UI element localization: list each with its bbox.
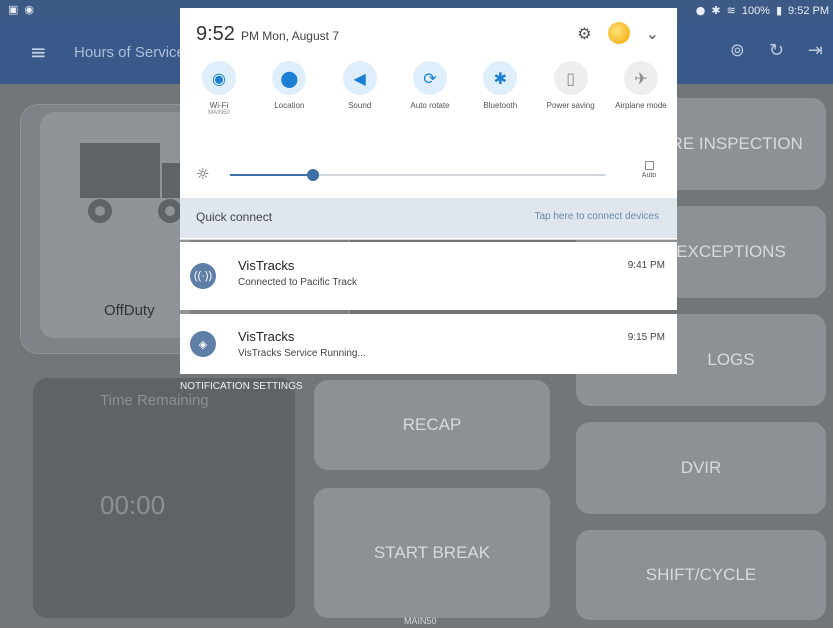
- notification-message: Connected to Pacific Track: [238, 277, 357, 288]
- auto-brightness-toggle[interactable]: Auto: [640, 161, 658, 179]
- notification-card[interactable]: ◈ VisTracks VisTracks Service Running...…: [180, 314, 677, 374]
- notification-message: VisTracks Service Running...: [238, 348, 366, 359]
- notification-time: 9:41 PM: [627, 260, 665, 271]
- wifi-icon: ◉: [24, 3, 35, 16]
- app-title: Hours of Service: [74, 44, 185, 61]
- notification-app-name: VisTracks: [238, 258, 295, 273]
- toggle-wifi[interactable]: ◉ Wi-Fi MAIN50: [188, 61, 250, 116]
- notification-card[interactable]: ((·)) VisTracks Connected to Pacific Tra…: [180, 242, 677, 310]
- shade-clock: 9:52: [196, 23, 235, 45]
- brightness-thumb[interactable]: [306, 169, 319, 181]
- settings-gear-icon[interactable]: ⚙: [577, 24, 591, 43]
- toggle-bluetooth-label: Bluetooth: [483, 101, 518, 110]
- quick-connect-hint: Tap here to connect devices: [534, 211, 659, 222]
- toggle-bluetooth[interactable]: ✱ Bluetooth: [469, 61, 531, 116]
- user-avatar-icon[interactable]: [607, 22, 630, 44]
- shade-top-actions: ⚙ ⌄: [577, 22, 659, 44]
- quick-connect-bar[interactable]: Quick connect Tap here to connect device…: [180, 198, 677, 238]
- vistracks-app-icon: ((·)): [190, 263, 216, 289]
- notification-shade: 9:52 PM Mon, August 7 ⚙ ⌄ ◉ Wi-Fi MAIN50…: [180, 8, 677, 240]
- chevron-down-icon[interactable]: ⌄: [646, 24, 659, 43]
- toggle-sound-label: Sound: [348, 101, 372, 110]
- toggle-wifi-network: MAIN50: [208, 110, 230, 117]
- notification-app-name: VisTracks: [238, 329, 295, 344]
- bluetooth-icon: ✱: [711, 4, 721, 17]
- toggle-location[interactable]: ⬤ Location: [258, 61, 320, 116]
- logout-icon[interactable]: ⇥: [808, 40, 823, 61]
- toggle-power-saving[interactable]: ▯ Power saving: [540, 61, 602, 116]
- time-remaining-value: 00:00: [100, 490, 166, 520]
- start-break-button[interactable]: START BREAK: [314, 488, 550, 618]
- shade-date: PM Mon, August 7: [240, 29, 339, 43]
- brightness-icon: ☼: [196, 165, 210, 183]
- toggle-location-label: Location: [274, 101, 305, 110]
- toggle-airplane-label: Airplane mode: [615, 101, 667, 110]
- recap-label: RECAP: [402, 415, 462, 434]
- dvir-label: DVIR: [680, 458, 722, 477]
- shade-datetime: 9:52 PM Mon, August 7: [196, 23, 339, 46]
- app-bar-actions: ⊚ ↻ ⇥: [730, 40, 823, 61]
- brightness-fill: [230, 174, 313, 176]
- battery-percent: 100%: [741, 4, 770, 17]
- location-icon: ⬤: [272, 61, 307, 95]
- status-bar-right: ● ✱ ≋ 100% ▮ 9:52 PM: [696, 4, 829, 17]
- battery-icon: ▮: [775, 4, 783, 17]
- notification-settings-link[interactable]: NOTIFICATION SETTINGS: [180, 381, 303, 392]
- status-time: 9:52 PM: [788, 4, 829, 17]
- battery-icon: ▯: [553, 61, 588, 95]
- duty-status-label: OffDuty: [104, 302, 155, 319]
- toggle-sound[interactable]: ◀ Sound: [329, 61, 391, 116]
- shift-cycle-button[interactable]: SHIFT/CYCLE: [576, 530, 826, 620]
- connection-icon[interactable]: ⊚: [730, 40, 745, 61]
- status-bar-left: ▣ ◉: [8, 3, 34, 16]
- sound-icon: ◀: [342, 61, 377, 95]
- airplane-icon: ✈: [623, 61, 658, 95]
- notification-time: 9:15 PM: [627, 332, 665, 343]
- auto-brightness-label: Auto: [641, 172, 657, 179]
- shift-cycle-label: SHIFT/CYCLE: [645, 565, 757, 584]
- time-remaining-label: Time Remaining: [100, 392, 209, 409]
- dvir-button[interactable]: DVIR: [576, 422, 826, 514]
- quick-connect-label: Quick connect: [196, 210, 273, 224]
- location-icon: ●: [695, 4, 706, 17]
- toggle-power-saving-label: Power saving: [546, 101, 595, 110]
- menu-icon[interactable]: ≡: [30, 40, 47, 64]
- vibrate-icon: ≋: [726, 4, 736, 17]
- bluetooth-icon: ✱: [483, 61, 518, 95]
- toggle-auto-rotate-label: Auto rotate: [410, 101, 450, 110]
- rotate-icon: ⟳: [412, 61, 447, 95]
- toggle-airplane[interactable]: ✈ Airplane mode: [610, 61, 672, 116]
- brightness-control: ☼ Auto: [196, 161, 662, 187]
- start-break-label: START BREAK: [373, 543, 491, 562]
- refresh-icon[interactable]: ↻: [769, 40, 784, 61]
- gallery-icon: ▣: [8, 3, 19, 16]
- toggle-auto-rotate[interactable]: ⟳ Auto rotate: [399, 61, 461, 116]
- auto-brightness-checkbox[interactable]: [644, 161, 654, 170]
- device-name-label: MAIN50: [404, 616, 437, 626]
- wifi-icon: ◉: [202, 61, 236, 95]
- quick-settings-toggles: ◉ Wi-Fi MAIN50 ⬤ Location ◀ Sound ⟳ Auto…: [188, 61, 672, 116]
- recap-button[interactable]: RECAP: [314, 380, 550, 470]
- brightness-slider[interactable]: [230, 169, 606, 181]
- vistracks-service-icon: ◈: [190, 331, 216, 357]
- toggle-wifi-label: Wi-Fi: [209, 101, 229, 110]
